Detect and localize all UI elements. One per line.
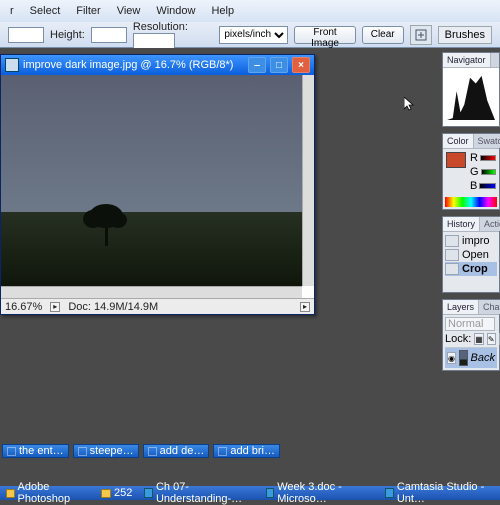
doctab-0[interactable]: the ent… xyxy=(2,444,69,458)
color-tab[interactable]: Color xyxy=(443,134,474,148)
document-status-bar: 16.67% ▸ Doc: 14.9M/14.9M ▸ xyxy=(1,298,314,314)
lock-paint-icon[interactable]: ✎ xyxy=(487,333,496,345)
doctab-3[interactable]: add bri… xyxy=(213,444,280,458)
mouse-cursor xyxy=(404,97,414,111)
document-title: improve dark image.jpg @ 16.7% (RGB/8*) xyxy=(23,59,244,71)
menu-window[interactable]: Window xyxy=(150,3,201,19)
front-image-button[interactable]: Front Image xyxy=(294,26,355,44)
history-item-crop[interactable]: Crop xyxy=(445,262,497,276)
channels-tab[interactable]: Chan xyxy=(479,300,500,314)
tree-graphic xyxy=(89,204,123,246)
history-snapshot[interactable]: impro xyxy=(445,234,497,248)
clear-button[interactable]: Clear xyxy=(362,26,404,44)
g-slider[interactable] xyxy=(481,169,496,175)
color-spectrum[interactable] xyxy=(445,197,497,207)
width-input[interactable] xyxy=(8,27,44,43)
lock-label: Lock: xyxy=(445,333,471,345)
options-bar: Height: Resolution: pixels/inch Front Im… xyxy=(0,22,500,48)
document-titlebar[interactable]: improve dark image.jpg @ 16.7% (RGB/8*) … xyxy=(1,55,314,75)
foreground-swatch[interactable] xyxy=(446,152,466,168)
history-item-open[interactable]: Open xyxy=(445,248,497,262)
b-slider[interactable] xyxy=(479,183,496,189)
snapshot-icon xyxy=(445,235,459,247)
menu-truncated[interactable]: r xyxy=(4,3,20,19)
history-tab[interactable]: History xyxy=(443,217,480,231)
resolution-units[interactable]: pixels/inch xyxy=(219,26,288,44)
menu-help[interactable]: Help xyxy=(205,3,240,19)
swatches-tab[interactable]: Swatc xyxy=(474,134,500,148)
app-icon xyxy=(385,488,394,498)
r-slider[interactable] xyxy=(480,155,496,161)
resolution-input[interactable] xyxy=(133,33,175,49)
minimize-button[interactable]: ‒ xyxy=(248,57,266,73)
navigator-palette: Navigator xyxy=(442,52,500,127)
doctab-1[interactable]: steepe… xyxy=(73,444,139,458)
palette-column: Navigator Color Swatc R G B xyxy=(442,52,500,371)
actions-tab[interactable]: Actio xyxy=(480,217,500,231)
doc-size: Doc: 14.9M/14.9M xyxy=(68,301,158,313)
menu-filter[interactable]: Filter xyxy=(70,3,106,19)
menu-select[interactable]: Select xyxy=(24,3,67,19)
doctab-2[interactable]: add de… xyxy=(143,444,210,458)
open-step-icon xyxy=(445,249,459,261)
height-input[interactable] xyxy=(91,27,127,43)
ps-doc-icon xyxy=(148,447,157,456)
app-icon xyxy=(266,488,275,498)
app-icon xyxy=(144,488,153,498)
close-button[interactable]: × xyxy=(292,57,310,73)
menu-bar: r Select Filter View Window Help xyxy=(0,0,500,22)
height-label: Height: xyxy=(50,29,85,41)
taskbar-item-2[interactable]: Ch 07-Understanding-… xyxy=(140,487,257,499)
history-palette: History Actio impro Open Crop xyxy=(442,216,500,293)
g-label: G xyxy=(470,166,479,178)
ps-doc-icon xyxy=(218,447,227,456)
navigator-tab[interactable]: Navigator xyxy=(443,53,491,67)
menu-view[interactable]: View xyxy=(111,3,147,19)
maximize-button[interactable]: □ xyxy=(270,57,288,73)
folder-icon xyxy=(6,489,15,498)
document-tabs: the ent… steepe… add de… add bri… xyxy=(0,444,500,458)
b-label: B xyxy=(470,180,477,192)
blend-mode-select[interactable]: Normal xyxy=(445,317,495,331)
vertical-scrollbar[interactable] xyxy=(302,75,314,286)
layers-tab[interactable]: Layers xyxy=(443,300,479,314)
layer-row-background[interactable]: ◉ Back xyxy=(445,348,497,368)
layers-palette: Layers Chan Normal Lock: ▦ ✎ ✥ ◉ Back xyxy=(442,299,500,371)
palette-toggle-icon[interactable] xyxy=(410,25,432,45)
folder-icon xyxy=(101,489,111,498)
taskbar-item-4[interactable]: Camtasia Studio - Unt… xyxy=(381,487,498,499)
document-window: improve dark image.jpg @ 16.7% (RGB/8*) … xyxy=(0,54,315,315)
crop-step-icon xyxy=(445,263,459,275)
status-arrow-icon[interactable]: ▸ xyxy=(300,302,310,312)
taskbar-item-3[interactable]: Week 3.doc - Microso… xyxy=(262,487,378,499)
histogram-display xyxy=(443,68,499,126)
workspace: improve dark image.jpg @ 16.7% (RGB/8*) … xyxy=(0,48,500,472)
r-label: R xyxy=(470,152,478,164)
ps-doc-icon xyxy=(78,447,87,456)
windows-taskbar: Adobe Photoshop 252 Ch 07-Understanding-… xyxy=(0,486,500,500)
lock-transparency-icon[interactable]: ▦ xyxy=(474,333,484,345)
taskbar-item-1[interactable]: 252 xyxy=(97,487,136,499)
ps-doc-icon xyxy=(7,447,16,456)
image-content xyxy=(1,75,302,286)
horizontal-scrollbar[interactable] xyxy=(1,286,302,298)
taskbar-item-0[interactable]: Adobe Photoshop xyxy=(2,487,93,499)
status-popup-icon[interactable]: ▸ xyxy=(50,302,60,312)
layer-name: Back xyxy=(471,352,495,364)
layer-thumbnail xyxy=(459,350,468,366)
eye-icon[interactable]: ◉ xyxy=(447,352,456,364)
zoom-level[interactable]: 16.67% xyxy=(5,301,42,313)
document-canvas[interactable] xyxy=(1,75,314,298)
color-palette: Color Swatc R G B xyxy=(442,133,500,210)
resolution-label: Resolution: xyxy=(133,21,188,33)
brushes-button[interactable]: Brushes xyxy=(438,26,492,44)
document-icon xyxy=(5,58,19,72)
